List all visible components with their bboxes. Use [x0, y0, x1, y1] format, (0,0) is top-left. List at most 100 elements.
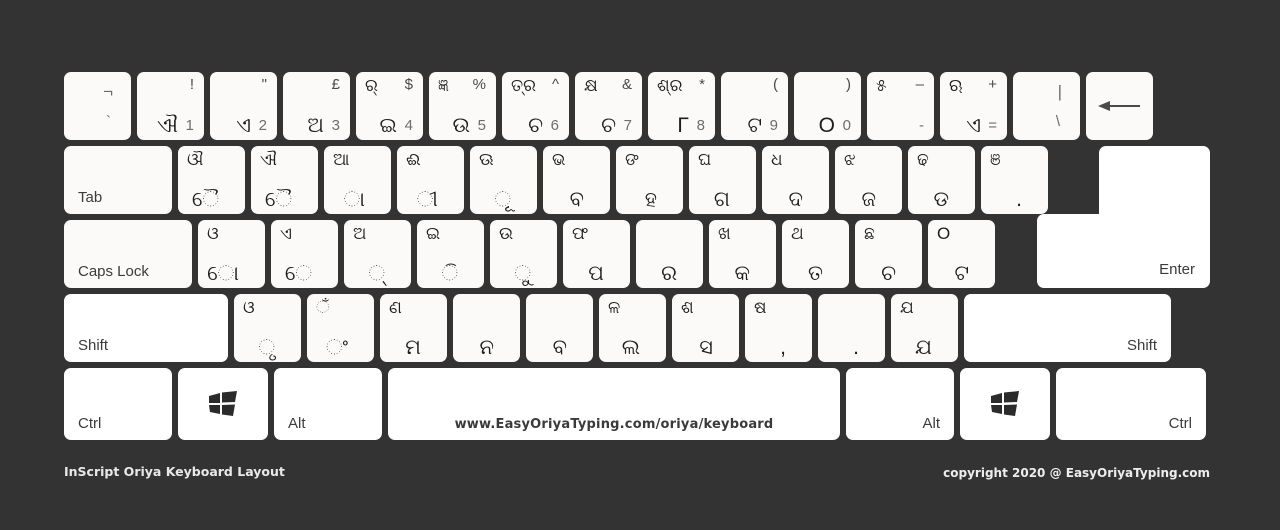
key-digit-5[interactable]: ଜ୍ଞ % ଉ 5: [429, 72, 496, 140]
key-backslash[interactable]: | \: [1013, 72, 1080, 140]
key-right-win[interactable]: [960, 368, 1050, 440]
key-g[interactable]: ଉ ୁ: [490, 220, 557, 288]
key-x[interactable]: ଁ ଂ: [307, 294, 374, 362]
key-d-shifted-label: ଅ: [353, 224, 367, 243]
key-m-shifted-label: ଶ: [681, 298, 694, 317]
key-j-label: ର: [661, 261, 677, 285]
key-e-label: ା: [343, 187, 365, 211]
key-a-label: ୋ: [207, 261, 239, 285]
key-digit-9-shifted-label: (: [773, 76, 778, 93]
windows-logo-icon: [209, 391, 237, 416]
key-backtick[interactable]: ¬ `: [64, 72, 131, 140]
key-minus[interactable]: ୫ – -: [867, 72, 934, 140]
key-spacebar[interactable]: www.EasyOriyaTyping.com/oriya/keyboard: [388, 368, 840, 440]
key-o[interactable]: ଧ ଦ: [762, 146, 829, 214]
key-l-label: ତ: [808, 261, 823, 285]
key-n[interactable]: ଳ ଲ: [599, 294, 666, 362]
key-backslash-shifted-label: |: [1057, 82, 1062, 101]
key-i-label: ଗ: [713, 187, 730, 211]
key-h[interactable]: ଫ ପ: [563, 220, 630, 288]
key-digit-5-shifted-label: %: [472, 76, 486, 93]
key-m[interactable]: ଶ ସ: [672, 294, 739, 362]
key-period[interactable]: .: [818, 294, 885, 362]
key-v[interactable]: ନ: [453, 294, 520, 362]
key-digit-6-shifted-label: ^: [551, 76, 559, 93]
key-comma[interactable]: ଷ ,: [745, 294, 812, 362]
layout-title: InScript Oriya Keyboard Layout: [64, 464, 285, 479]
key-f[interactable]: ଇ ି: [417, 220, 484, 288]
key-digit-3-oriya-label: ଅ: [307, 113, 324, 137]
key-left-shift-label: Shift: [78, 337, 109, 354]
key-t[interactable]: ଊ ୂ: [470, 146, 537, 214]
key-equals-label: =: [988, 117, 997, 134]
key-digit-7-oriya-shifted-label: କ୍ଷ: [584, 76, 598, 95]
key-tab[interactable]: Tab: [64, 146, 172, 214]
key-backtick-label: `: [106, 113, 111, 130]
key-c-shifted-label: ଣ: [389, 298, 402, 317]
key-a[interactable]: ଓ ୋ: [198, 220, 265, 288]
key-r-label: ୀ: [416, 187, 438, 211]
key-slash[interactable]: ଯ ଯ: [891, 294, 958, 362]
key-left-ctrl[interactable]: Ctrl: [64, 368, 172, 440]
key-w[interactable]: ଐ ୈ: [251, 146, 318, 214]
key-s[interactable]: ଏ େ: [271, 220, 338, 288]
key-l-shifted-label: ଥ: [791, 224, 804, 243]
key-l[interactable]: ଥ ତ: [782, 220, 849, 288]
key-e[interactable]: ଆ ା: [324, 146, 391, 214]
key-digit-8[interactable]: ଶ୍ର * Γ 8: [648, 72, 715, 140]
windows-logo-icon: [991, 391, 1019, 416]
key-right-shift[interactable]: Shift: [964, 294, 1171, 362]
key-digit-0-oriya-label: O: [818, 113, 835, 137]
key-backspace[interactable]: [1086, 72, 1153, 140]
key-digit-1[interactable]: ! ଐ 1: [137, 72, 204, 140]
key-caps-lock[interactable]: Caps Lock: [64, 220, 192, 288]
key-digit-0[interactable]: ) O 0: [794, 72, 861, 140]
key-minus-oriya-shifted-label: ୫: [876, 76, 887, 95]
key-digit-6-oriya-label: ଚ: [528, 113, 543, 137]
key-s-label: େ: [284, 261, 312, 285]
key-digit-3[interactable]: £ ଅ 3: [283, 72, 350, 140]
key-bracket-right-label: .: [1016, 187, 1022, 211]
key-digit-2[interactable]: " ଏ 2: [210, 72, 277, 140]
key-left-alt[interactable]: Alt: [274, 368, 382, 440]
key-digit-1-oriya-label: ଐ: [157, 113, 178, 137]
key-digit-4-oriya-label: ଇ: [379, 113, 397, 137]
key-digit-4[interactable]: ର୍ $ ଇ 4: [356, 72, 423, 140]
key-h-label: ପ: [588, 261, 604, 285]
key-u[interactable]: ଙ ହ: [616, 146, 683, 214]
key-z[interactable]: ଓ ୃ: [234, 294, 301, 362]
key-j[interactable]: ର: [636, 220, 703, 288]
key-right-shift-label: Shift: [1126, 337, 1157, 354]
key-right-alt[interactable]: Alt: [846, 368, 954, 440]
key-b[interactable]: ବ: [526, 294, 593, 362]
keyboard-row-home: Caps Lock ଓ ୋ ଏ େ ଅ ୍ ଇ ି ଉ ୁ ଫ ପ ର ଖ କ …: [64, 220, 1210, 288]
key-equals[interactable]: ଋ + ଏ =: [940, 72, 1007, 140]
key-digit-7-shifted-label: &: [621, 76, 632, 93]
key-digit-0-shifted-label: ): [846, 76, 851, 93]
keyboard-row-number: ¬ ` ! ଐ 1 " ଏ 2 £ ଅ 3 ର୍ $ ଇ 4 ଜ୍ଞ % ଉ 5…: [64, 72, 1210, 140]
key-y-shifted-label: ଭ: [552, 150, 566, 169]
key-digit-7[interactable]: କ୍ଷ & ଚ 7: [575, 72, 642, 140]
key-bracket-left[interactable]: ଢ ଡ: [908, 146, 975, 214]
key-digit-9[interactable]: ( ଟ 9: [721, 72, 788, 140]
key-d[interactable]: ଅ ୍: [344, 220, 411, 288]
key-q[interactable]: ଔ ୈ: [178, 146, 245, 214]
key-r[interactable]: ଈ ୀ: [397, 146, 464, 214]
key-semicolon[interactable]: ଛ ଚ: [855, 220, 922, 288]
key-u-label: ହ: [644, 187, 657, 211]
key-p[interactable]: ଝ ଜ: [835, 146, 902, 214]
key-left-win[interactable]: [178, 368, 268, 440]
key-y[interactable]: ଭ ବ: [543, 146, 610, 214]
key-k[interactable]: ଖ କ: [709, 220, 776, 288]
key-i[interactable]: ଘ ଗ: [689, 146, 756, 214]
key-c[interactable]: ଣ ମ: [380, 294, 447, 362]
spacebar-url-label: www.EasyOriyaTyping.com/oriya/keyboard: [454, 417, 774, 432]
key-left-shift[interactable]: Shift: [64, 294, 228, 362]
key-bracket-right[interactable]: ଞ .: [981, 146, 1048, 214]
key-digit-1-shifted-label: !: [189, 76, 194, 93]
key-digit-3-label: 3: [331, 117, 340, 134]
key-quote[interactable]: O ଟ: [928, 220, 995, 288]
key-digit-4-shifted-label: $: [404, 76, 413, 93]
key-right-ctrl[interactable]: Ctrl: [1056, 368, 1206, 440]
key-digit-6[interactable]: ତ୍ର ^ ଚ 6: [502, 72, 569, 140]
